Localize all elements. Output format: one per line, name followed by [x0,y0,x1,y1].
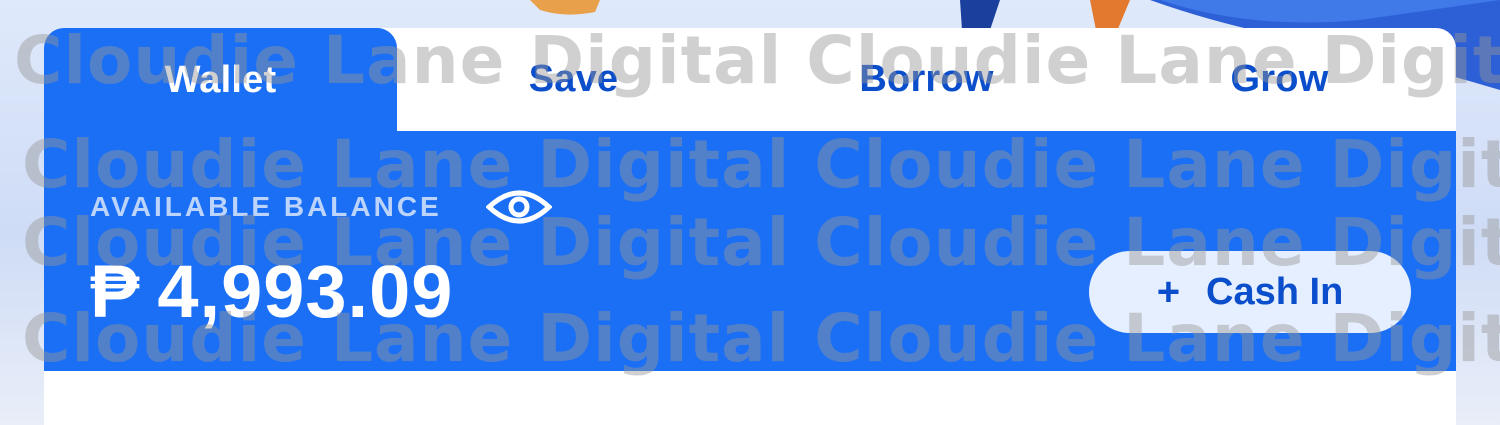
tab-bar: Wallet Save Borrow Grow [44,28,1456,132]
balance-panel: AVAILABLE BALANCE ₱ 4,993.09 + Cash In [44,131,1456,371]
balance-amount: 4,993.09 [157,249,454,333]
eye-icon[interactable] [485,187,552,227]
available-balance-label: AVAILABLE BALANCE [90,191,442,222]
tab-borrow-label: Borrow [859,58,994,100]
currency-symbol: ₱ [90,249,140,333]
tab-save-label: Save [528,58,619,100]
plus-icon: + [1156,269,1181,314]
wallet-card: Wallet Save Borrow Grow AVAILABLE BALANC… [44,28,1456,425]
tab-grow[interactable]: Grow [1103,28,1456,131]
balance-amount-row: ₱ 4,993.09 [90,249,454,333]
tab-wallet-label: Wallet [164,58,277,101]
tab-grow-label: Grow [1230,58,1329,100]
cash-in-button[interactable]: + Cash In [1089,251,1411,333]
tab-save[interactable]: Save [397,28,750,131]
tab-borrow[interactable]: Borrow [750,28,1103,131]
balance-label-row: AVAILABLE BALANCE [90,187,552,227]
cash-in-label: Cash In [1206,270,1344,313]
content-area [44,371,1456,425]
tab-wallet[interactable]: Wallet [44,28,397,132]
